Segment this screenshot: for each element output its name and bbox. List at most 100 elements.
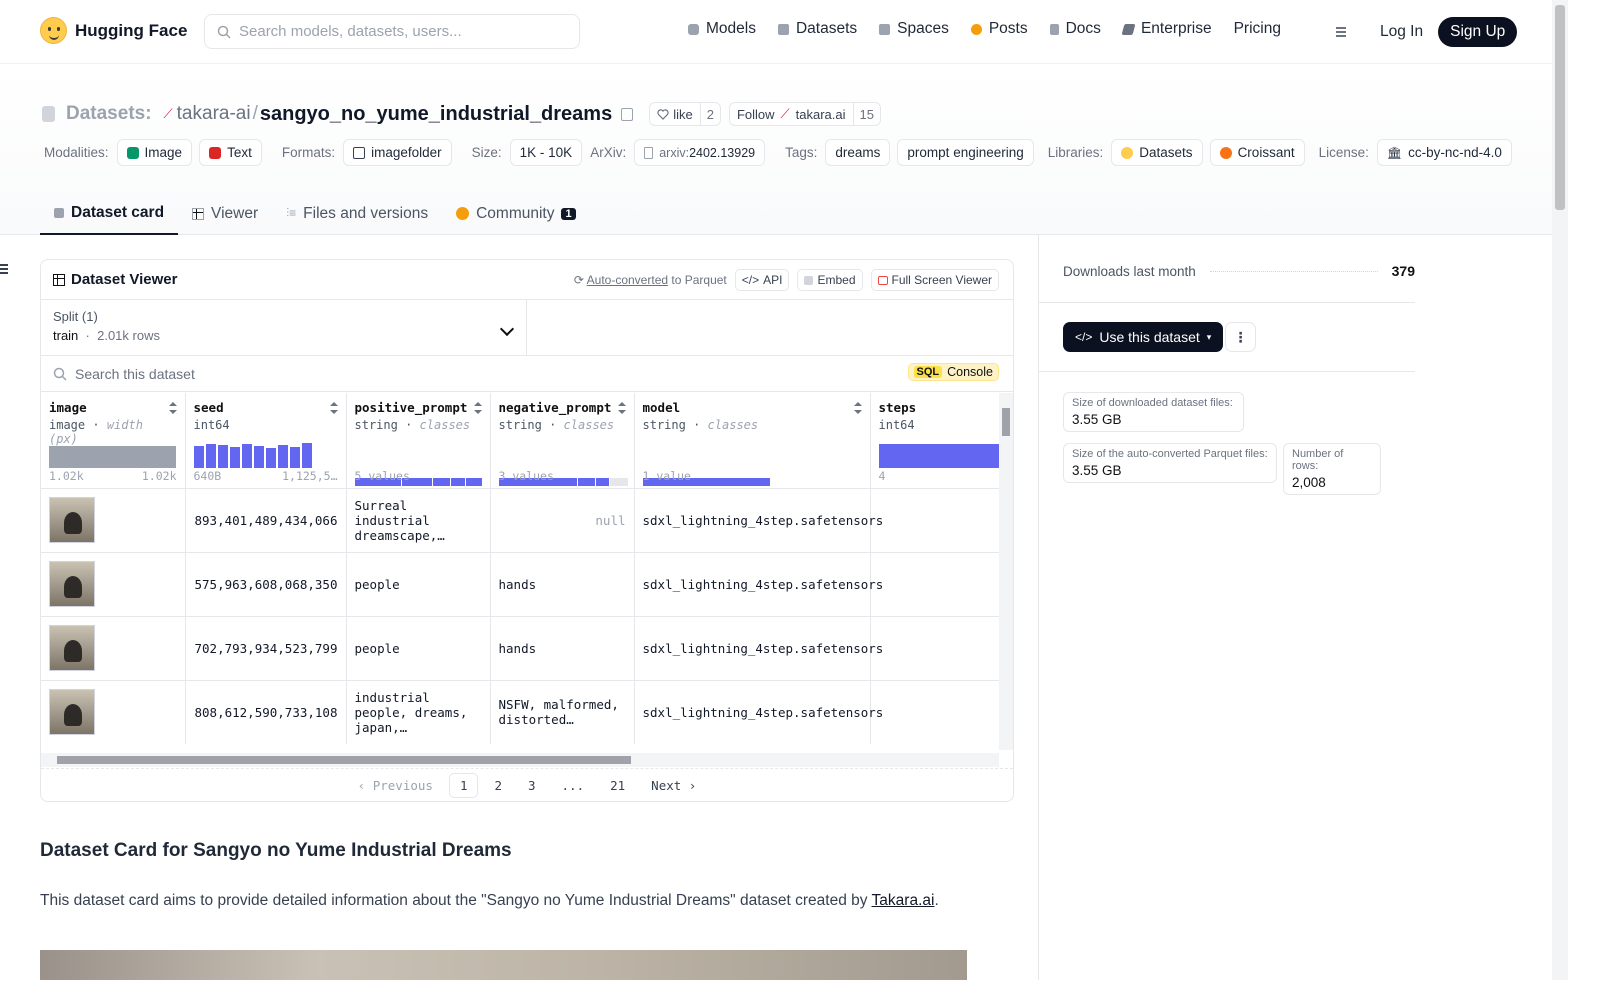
seed-cell[interactable]: 575,963,608,068,350 [185, 552, 347, 617]
auto-converted-note[interactable]: ⟳ Auto-converted to Parquet [574, 273, 727, 287]
tab-files[interactable]: ⫶≡ Files and versions [272, 192, 442, 235]
sort-icon[interactable] [617, 402, 626, 414]
table-row[interactable]: 808,612,590,733,108 industrial people, d… [41, 680, 999, 744]
negative-prompt-cell[interactable]: hands [490, 616, 635, 681]
seed-cell[interactable]: 893,401,489,434,066 [185, 488, 347, 553]
embed-button[interactable]: Embed [797, 269, 863, 291]
pagination-previous[interactable]: ‹ Previous [348, 774, 443, 797]
library-datasets[interactable]: Datasets [1111, 139, 1203, 166]
takara-link[interactable]: Takara.ai [872, 892, 935, 909]
login-link[interactable]: Log In [1380, 23, 1423, 41]
follow-button[interactable]: Follow ⟋ takara.ai 15 [728, 102, 881, 126]
model-cell[interactable]: sdxl_lightning_4step.safetensors [634, 680, 883, 744]
positive-prompt-cell[interactable]: Surreal industrial dreamscape,… [346, 488, 491, 553]
tab-dataset-card[interactable]: Dataset card [40, 192, 179, 235]
table-vertical-scrollbar[interactable] [999, 393, 1013, 750]
image-thumbnail[interactable] [49, 497, 95, 543]
positive-prompt-cell[interactable]: industrial people, dreams, japan,… [346, 680, 491, 744]
sort-icon[interactable] [168, 402, 177, 414]
license-tag[interactable]: 🏛 cc-by-nc-nd-4.0 [1376, 139, 1512, 166]
seed-cell[interactable]: 702,793,934,523,799 [185, 616, 347, 681]
steps-cell[interactable] [870, 552, 999, 617]
sql-console-button[interactable]: SQL Console [907, 363, 999, 381]
tag-dreams[interactable]: dreams [825, 139, 891, 166]
global-search[interactable] [204, 14, 580, 49]
library-croissant[interactable]: Croissant [1209, 139, 1305, 166]
size-tag[interactable]: 1K - 10K [509, 139, 583, 166]
table-horizontal-scrollbar[interactable] [41, 753, 999, 767]
image-thumbnail[interactable] [49, 689, 95, 735]
nav-posts[interactable]: Posts [970, 20, 1028, 38]
auto-converted-link[interactable]: Auto-converted [587, 273, 668, 287]
steps-cell[interactable] [870, 680, 999, 744]
column-header-positive-prompt[interactable]: positive_prompt string · classes 5 value… [346, 393, 491, 489]
api-button[interactable]: </> API [734, 269, 790, 291]
image-cell[interactable] [41, 552, 186, 617]
nav-spaces[interactable]: Spaces [879, 20, 949, 38]
image-cell[interactable] [41, 680, 186, 744]
positive-prompt-cell[interactable]: people [346, 616, 491, 681]
negative-prompt-cell[interactable]: hands [490, 552, 635, 617]
negative-prompt-cell[interactable]: NSFW, malformed, distorted… [490, 680, 635, 744]
sort-icon[interactable] [473, 402, 482, 414]
tab-viewer[interactable]: Viewer [178, 192, 272, 235]
copy-icon[interactable] [621, 107, 634, 121]
table-row[interactable]: 702,793,934,523,799 people hands sdxl_li… [41, 616, 999, 681]
page-3[interactable]: 3 [518, 774, 546, 797]
page-21[interactable]: 21 [600, 774, 635, 797]
negative-prompt-cell[interactable]: null [490, 488, 635, 553]
steps-cell[interactable] [870, 616, 999, 681]
nav-enterprise[interactable]: Enterprise [1121, 20, 1212, 38]
arxiv-tag[interactable]: arxiv: 2402.13929 [634, 139, 766, 166]
tag-prompt-engineering[interactable]: prompt engineering [897, 139, 1034, 166]
global-search-input[interactable] [239, 23, 559, 40]
scrollbar-thumb[interactable] [1002, 408, 1010, 436]
column-header-model[interactable]: model string · classes 1 value [634, 393, 871, 489]
page-scrollbar[interactable] [1552, 0, 1568, 980]
breadcrumb-datasets[interactable]: Datasets: [66, 103, 152, 125]
scrollbar-thumb[interactable] [1555, 5, 1565, 210]
steps-cell[interactable] [870, 488, 999, 553]
image-thumbnail[interactable] [49, 625, 95, 671]
nav-models[interactable]: Models [688, 20, 756, 38]
page-2[interactable]: 2 [484, 774, 512, 797]
modality-image-tag[interactable]: Image [116, 139, 193, 166]
seed-cell[interactable]: 808,612,590,733,108 [185, 680, 347, 744]
toc-toggle-icon[interactable] [0, 264, 9, 276]
column-header-image[interactable]: image image · width (px) 1.02k 1.02k [41, 393, 186, 489]
modality-text-tag[interactable]: Text [199, 139, 262, 166]
signup-button[interactable]: Sign Up [1438, 17, 1518, 47]
dataset-search-input[interactable] [75, 365, 675, 382]
more-options-button[interactable]: ⋮ [1225, 322, 1256, 352]
sort-icon[interactable] [853, 402, 862, 414]
model-cell[interactable]: sdxl_lightning_4step.safetensors [634, 616, 883, 681]
image-cell[interactable] [41, 616, 186, 681]
table-row[interactable]: 575,963,608,068,350 people hands sdxl_li… [41, 552, 999, 617]
page-1[interactable]: 1 [448, 773, 479, 798]
org-link[interactable]: takara-ai [177, 103, 251, 125]
image-thumbnail[interactable] [49, 561, 95, 607]
split-selector[interactable]: Split (1) train · 2.01k rows [41, 300, 527, 356]
sort-icon[interactable] [329, 402, 338, 414]
scrollbar-thumb[interactable] [57, 756, 631, 764]
dataset-search[interactable]: SQL Console [41, 356, 1013, 392]
more-menu-icon[interactable] [1326, 25, 1346, 39]
model-cell[interactable]: sdxl_lightning_4step.safetensors [634, 552, 883, 617]
positive-prompt-cell[interactable]: people [346, 552, 491, 617]
nav-docs[interactable]: Docs [1049, 20, 1101, 38]
like-button[interactable]: like 2 [649, 102, 721, 126]
table-row[interactable]: 893,401,489,434,066 Surreal industrial d… [41, 488, 999, 553]
nav-pricing[interactable]: Pricing [1234, 20, 1281, 38]
pagination-next[interactable]: Next › [641, 774, 706, 797]
column-header-seed[interactable]: seed int64 640B 1,125,5… [185, 393, 347, 489]
column-header-negative-prompt[interactable]: negative_prompt string · classes 3 value… [490, 393, 635, 489]
use-dataset-button[interactable]: </> Use this dataset ▾ [1063, 322, 1224, 352]
hf-logo-link[interactable]: Hugging Face [40, 17, 187, 44]
column-header-steps[interactable]: steps int64 4 [870, 393, 999, 489]
tab-community[interactable]: Community 1 [442, 192, 590, 235]
format-tag[interactable]: imagefolder [343, 139, 452, 166]
fullscreen-button[interactable]: Full Screen Viewer [870, 269, 999, 291]
nav-datasets[interactable]: Datasets [777, 20, 857, 38]
image-cell[interactable] [41, 488, 186, 553]
model-cell[interactable]: sdxl_lightning_4step.safetensors [634, 488, 883, 553]
